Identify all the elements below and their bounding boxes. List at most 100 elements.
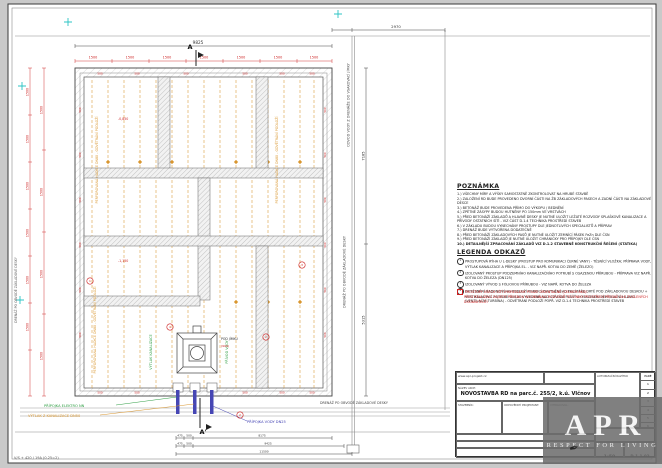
dim-edge-text: 500: [183, 72, 189, 76]
dim-edge-text: 500: [242, 72, 248, 76]
dim-bottom-total-text: 11500: [259, 450, 268, 454]
legend-item-text: IZOLOVANÝ PROSTUP PODZEMNÍHO KANALIZAČNÍ…: [465, 271, 651, 280]
dim-edge-text: 500: [323, 332, 327, 338]
pit-label: POD JÍMKU: [221, 336, 239, 341]
dim-edge-text: 500: [323, 107, 327, 113]
dim-spacing-text: 1500: [237, 56, 246, 60]
note-item-bold: 10.) DETAILNĚJŠÍ ZPRACOVÁNÍ ZÁKLADŮ VIZ …: [457, 242, 655, 247]
notes-title: POZNÁMKA: [457, 183, 655, 190]
sheet-footer-text: V/S + 420 / 19A (0.25=2): [14, 456, 59, 460]
warning-text: PŘED REALIZACÍ ZAJISTIT PŘESNOU KOORDINA…: [464, 295, 648, 304]
dim-spacing-text: 1500: [26, 229, 30, 237]
dim-edge-text: 500: [309, 72, 315, 76]
legend-number-icon: 2: [457, 270, 464, 277]
dim-right-upper-text: 7185: [362, 151, 366, 160]
note-item: 2.) ZALOŽENÍ RD BUDE PROVEDENO DVORNÍ ČÁ…: [457, 197, 655, 206]
warning-swatch-icon: [457, 289, 463, 295]
pare-number: 1: [641, 380, 655, 388]
dim-edge-text: 500: [78, 152, 82, 158]
legend-number-icon: 3: [457, 281, 464, 288]
pit-dim: (900): [221, 344, 229, 348]
dim-spacing-text: 1500: [126, 56, 135, 60]
project-label: NÁZEV AKCE:: [457, 385, 594, 390]
dim-edge-text: 500: [78, 332, 82, 338]
drain-perimeter-label-right: DRENÁŽ PO OBVODĚ ZÁKLADOVÉ DESKY: [342, 235, 347, 308]
dim-bottom-text: 500: [186, 442, 192, 446]
drain-outlet-label: ODVOD VODY Z DRENÁŽE DO VSAKOVACÍ JÍMKY: [346, 62, 351, 146]
dim-spacing-text: 1500: [274, 56, 283, 60]
legend-ref-text: 2: [265, 335, 267, 339]
apr-logo-text: APR: [565, 412, 648, 440]
dim-edge-text: 500: [323, 152, 327, 158]
pare-number: 2: [641, 389, 655, 397]
legend-ref-text: 3: [301, 263, 303, 267]
conn-water-label: PŘÍPOJKA VODY DN25: [247, 419, 286, 424]
dim-edge-text: 500: [78, 287, 82, 293]
dim-edge-text: 500: [323, 242, 327, 248]
legend-number-icon: 1: [457, 258, 464, 265]
website-text: www.apr-projekt.cz: [457, 373, 543, 378]
dim-edge-text: 500: [78, 107, 82, 113]
dim-edge-text: 500: [323, 197, 327, 203]
dim-edge-text: 500: [279, 391, 285, 395]
website-cell: www.apr-projekt.cz: [456, 372, 544, 384]
dim-spacing-text: 1500: [163, 56, 172, 60]
dim-spacing-text: 1500: [26, 182, 30, 190]
dim-bottom-text: 475: [177, 434, 183, 438]
section-a-label: A: [187, 43, 192, 51]
warning-line: PŘED REALIZACÍ ZAJISTIT PŘESNOU KOORDINA…: [457, 295, 655, 304]
radon-pipe-label: PERFOROVANÁ HADICE DN80 - ODVĚTRÁNÍ PODL…: [92, 287, 97, 374]
stamp-label: AUTORIZAČNÍ RAZÍTKO: [596, 373, 639, 378]
dim-bottom-text: 8175: [258, 434, 266, 438]
dim-top-total-text: 9825: [193, 40, 204, 45]
dim-right-lower-text: 5315: [362, 315, 366, 324]
note-item: 5.) PŘED BETONÁŽÍ ZÁKLADŮ A HLAVNĚ DESKY…: [457, 215, 655, 224]
warning-note: PROSTUPY VŠECH SÍTÍ VYKRESLENY POUZE ORI…: [457, 289, 655, 304]
dim-bottom-text: 500: [186, 434, 192, 438]
drain-perimeter-label-left: DRENÁŽ PO OBVODĚ ZÁKLADOVÉ DESKY: [13, 257, 18, 323]
dim-offset-right-text: 2970: [391, 24, 401, 29]
level-mark: -1,150: [118, 259, 128, 263]
builder-cell: STAVEBNÍK:: [456, 401, 502, 434]
dim-spacing-text: 1500: [40, 188, 44, 196]
dim-edge-text: 500: [134, 391, 140, 395]
legend-ref-text: 4: [169, 325, 171, 329]
legend-item-text: PROSTUPOVÁ RÝHA U L-DESKY (PROSTUP PRO K…: [465, 259, 651, 268]
apr-tagline: RESPECT FOR LIVING: [547, 442, 659, 449]
dim-bottom-text: 9425: [264, 442, 272, 446]
dim-edge-text: 500: [134, 72, 140, 76]
engineer-label: ODPOVĚDNÝ PROJEKTANT:: [503, 402, 547, 407]
builder-label: STAVEBNÍK:: [457, 402, 501, 407]
dim-spacing-text: 1500: [40, 352, 44, 360]
dim-spacing-text: 1500: [26, 276, 30, 284]
legend-ref-text: 1: [89, 279, 91, 283]
legend-item: 3IZOLOVANÝ VÝVOD S FÓLIOVOU PŘÍRUBOU - V…: [457, 281, 655, 288]
dim-spacing-text: 1500: [26, 135, 30, 143]
legend-ref-text: 2: [239, 413, 241, 417]
section-a-prime-label: A': [199, 428, 206, 436]
pare-header: PARÉ: [641, 373, 655, 380]
elevation-cell: ±0,000 = 232,3 m n.m. B.p.v.: [544, 372, 595, 384]
dim-edge-text: 500: [78, 197, 82, 203]
engineer-cell: ODPOVĚDNÝ PROJEKTANT:: [502, 401, 548, 434]
legend-item-text: IZOLOVANÝ VÝVOD S FÓLIOVOU PŘÍRUBOU - VI…: [465, 282, 591, 286]
dim-spacing-text: 1500: [40, 106, 44, 114]
dim-spacing-text: 1500: [26, 88, 30, 96]
notes-section: POZNÁMKA 1.) VŠECHNY MÍRY A VÝŠKY SAMOST…: [457, 183, 655, 246]
conn-power-label: PŘÍPOJKA ELEKTRO NN: [44, 403, 85, 408]
dim-edge-text: 500: [78, 242, 82, 248]
radon-pipe-label: PERFOROVANÁ HADICE DN80 - ODVĚTRÁNÍ PODL…: [94, 117, 99, 204]
warning-text: PROSTUPY VŠECH SÍTÍ VYKRESLENY POUZE ORI…: [465, 290, 588, 294]
dim-edge-text: 500: [242, 391, 248, 395]
sewer-vertical-label: VÝTLAK KANALIZACE: [148, 334, 153, 369]
drawing-sheet: 9825 1500 1500 1500 1500 1500 1500 1500 …: [0, 0, 662, 468]
level-mark: -0,850: [118, 117, 128, 121]
dim-spacing-text: 1500: [40, 270, 44, 278]
water-vertical-label: PŘÍVOD VODY: [224, 339, 229, 363]
conn-sewer-label: VÝTLAK Z KANALIZACE DN50: [28, 413, 81, 418]
apr-logo-watermark: APR RESPECT FOR LIVING ✒: [543, 397, 662, 464]
dim-edge-text: 500: [279, 72, 285, 76]
legend-item: 1PROSTUPOVÁ RÝHA U L-DESKY (PROSTUP PRO …: [457, 258, 655, 269]
dim-edge-text: 500: [309, 391, 315, 395]
drain-perimeter-label-bottom: DRENÁŽ PO OBVODĚ ZÁKLADOVÉ DESKY: [320, 400, 389, 405]
